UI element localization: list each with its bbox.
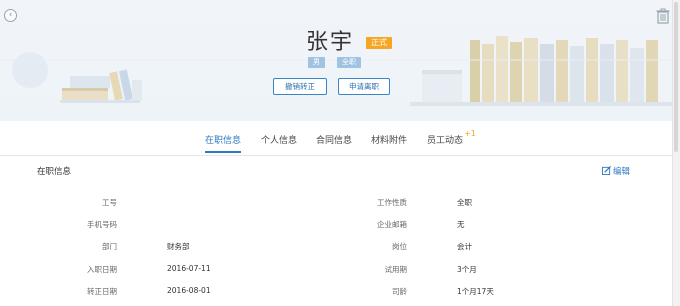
profile-header: ‹ 张宇 正式 男 全职 撤销转正 申请离职 (0, 0, 680, 121)
tab-personal-info[interactable]: 个人信息 (261, 133, 297, 146)
field-label-tenure: 司龄 (392, 287, 407, 296)
field-label-company-email: 企业邮箱 (377, 220, 407, 229)
field-value-position: 会计 (457, 242, 472, 251)
active-tab-indicator (205, 151, 241, 153)
field-label-hire-date: 入职日期 (87, 265, 117, 274)
scrollbar-thumb[interactable] (674, 2, 678, 152)
section-title: 在职信息 (37, 167, 72, 177)
apply-resignation-button[interactable]: 申请离职 (338, 78, 390, 95)
field-label-position: 岗位 (392, 242, 407, 251)
field-value-regularization-date: 2016-08-01 (167, 286, 211, 295)
edit-icon (602, 166, 611, 175)
field-label-department: 部门 (102, 242, 117, 251)
field-value-job-nature: 全职 (457, 198, 472, 207)
tab-employee-activity[interactable]: 员工动态 (427, 133, 463, 146)
employment-type-tag: 全职 (337, 57, 361, 68)
revoke-regularization-button[interactable]: 撤销转正 (273, 78, 327, 95)
tab-contract-info[interactable]: 合同信息 (316, 133, 352, 146)
field-label-job-nature: 工作性质 (377, 198, 407, 207)
edit-button[interactable]: 编辑 (602, 165, 630, 177)
activity-count-badge: +1 (464, 129, 476, 138)
field-label-mobile: 手机号码 (87, 220, 117, 229)
profile-tabs: 在职信息 个人信息 合同信息 材料附件 员工动态 (0, 121, 680, 156)
field-value-company-email: 无 (457, 220, 465, 229)
field-value-department: 财务部 (167, 242, 190, 251)
employee-name: 张宇 (0, 24, 680, 56)
tab-attachments[interactable]: 材料附件 (371, 133, 407, 146)
field-value-hire-date: 2016-07-11 (167, 264, 211, 273)
gender-tag: 男 (308, 57, 325, 68)
field-label-probation: 试用期 (384, 265, 408, 274)
edit-label: 编辑 (613, 167, 631, 177)
tab-employment-info[interactable]: 在职信息 (205, 133, 241, 146)
employee-name-text: 张宇 (305, 30, 354, 55)
field-value-probation: 3个月 (457, 265, 477, 274)
field-label-employee-id: 工号 (102, 198, 117, 207)
trash-icon[interactable] (656, 8, 670, 24)
back-icon[interactable]: ‹ (4, 9, 17, 22)
field-value-tenure: 1个月17天 (457, 287, 494, 296)
status-badge: 正式 (366, 37, 392, 49)
field-label-regularization-date: 转正日期 (87, 287, 117, 296)
